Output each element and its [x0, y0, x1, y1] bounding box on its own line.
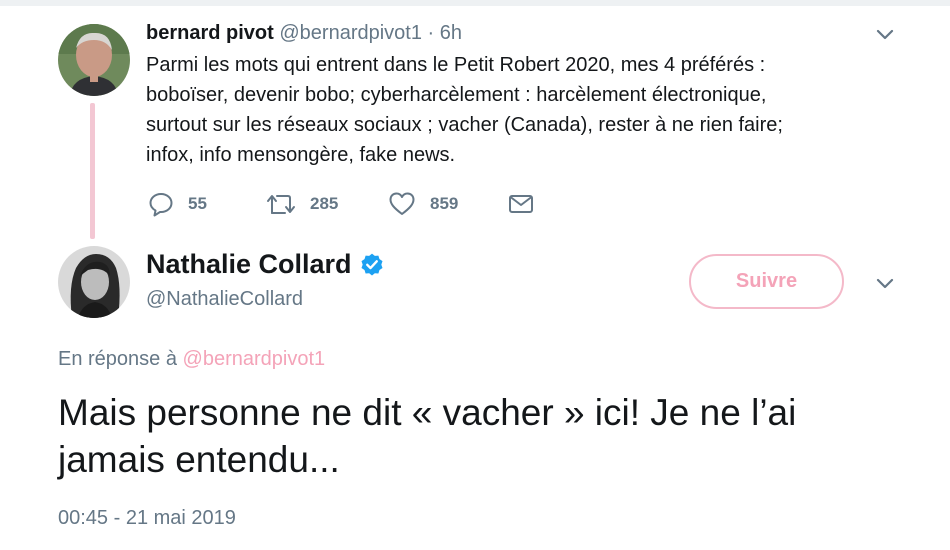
reply-prefix: En réponse à: [58, 348, 177, 370]
parent-tweet-line: surtout sur les réseaux sociaux ; vacher…: [146, 114, 783, 136]
verified-badge-icon: [361, 253, 383, 276]
avatar-bernard-pivot[interactable]: [58, 24, 130, 96]
parent-tweet-menu-chevron-down-icon[interactable]: [874, 24, 896, 46]
main-tweet-text: Mais personne ne dit « vacher » ici! Je …: [58, 389, 918, 483]
parent-tweet-line: Parmi les mots qui entrent dans le Petit…: [146, 54, 766, 76]
tweet-timestamp[interactable]: 00:45 - 21 mai 2019: [58, 507, 236, 530]
reply-mention-link[interactable]: @bernardpivot1: [183, 348, 326, 370]
parent-tweet-header: bernard pivot @bernardpivot1 · 6h: [146, 22, 462, 45]
reply-context: En réponse à @bernardpivot1: [58, 348, 325, 371]
top-divider: [0, 0, 950, 6]
reply-icon: [149, 193, 173, 217]
like-count: 859: [430, 194, 459, 213]
envelope-icon: [509, 195, 533, 213]
like-button[interactable]: 859: [388, 188, 458, 220]
parent-author-name[interactable]: bernard pivot: [146, 22, 274, 44]
reply-count: 55: [188, 194, 207, 213]
separator-dot: ·: [427, 22, 435, 44]
follow-button[interactable]: Suivre: [689, 254, 844, 309]
parent-author-handle[interactable]: @bernardpivot1: [279, 22, 422, 44]
heart-icon: [389, 192, 415, 215]
main-author-name-row: Nathalie Collard: [146, 249, 385, 280]
retweet-button[interactable]: 285: [266, 188, 338, 220]
main-author-name[interactable]: Nathalie Collard: [146, 249, 352, 280]
avatar-nathalie-collard[interactable]: [58, 246, 130, 318]
main-author-handle[interactable]: @NathalieCollard: [146, 288, 303, 311]
thread-connector-line: [90, 103, 95, 239]
parent-tweet-time[interactable]: 6h: [440, 22, 462, 44]
parent-tweet-line: boboïser, devenir bobo; cyberharcèlement…: [146, 84, 767, 106]
main-tweet-line: Mais personne ne dit « vacher » ici! Je …: [58, 392, 797, 433]
direct-message-button[interactable]: [508, 188, 534, 220]
retweet-count: 285: [310, 194, 339, 213]
parent-tweet-line: infox, info mensongère, fake news.: [146, 144, 456, 166]
main-tweet-menu-chevron-down-icon[interactable]: [874, 273, 896, 295]
retweet-icon: [267, 195, 295, 214]
main-tweet-line: jamais entendu...: [58, 439, 340, 480]
reply-button[interactable]: 55: [148, 188, 207, 220]
parent-tweet-text: Parmi les mots qui entrent dans le Petit…: [146, 50, 866, 170]
